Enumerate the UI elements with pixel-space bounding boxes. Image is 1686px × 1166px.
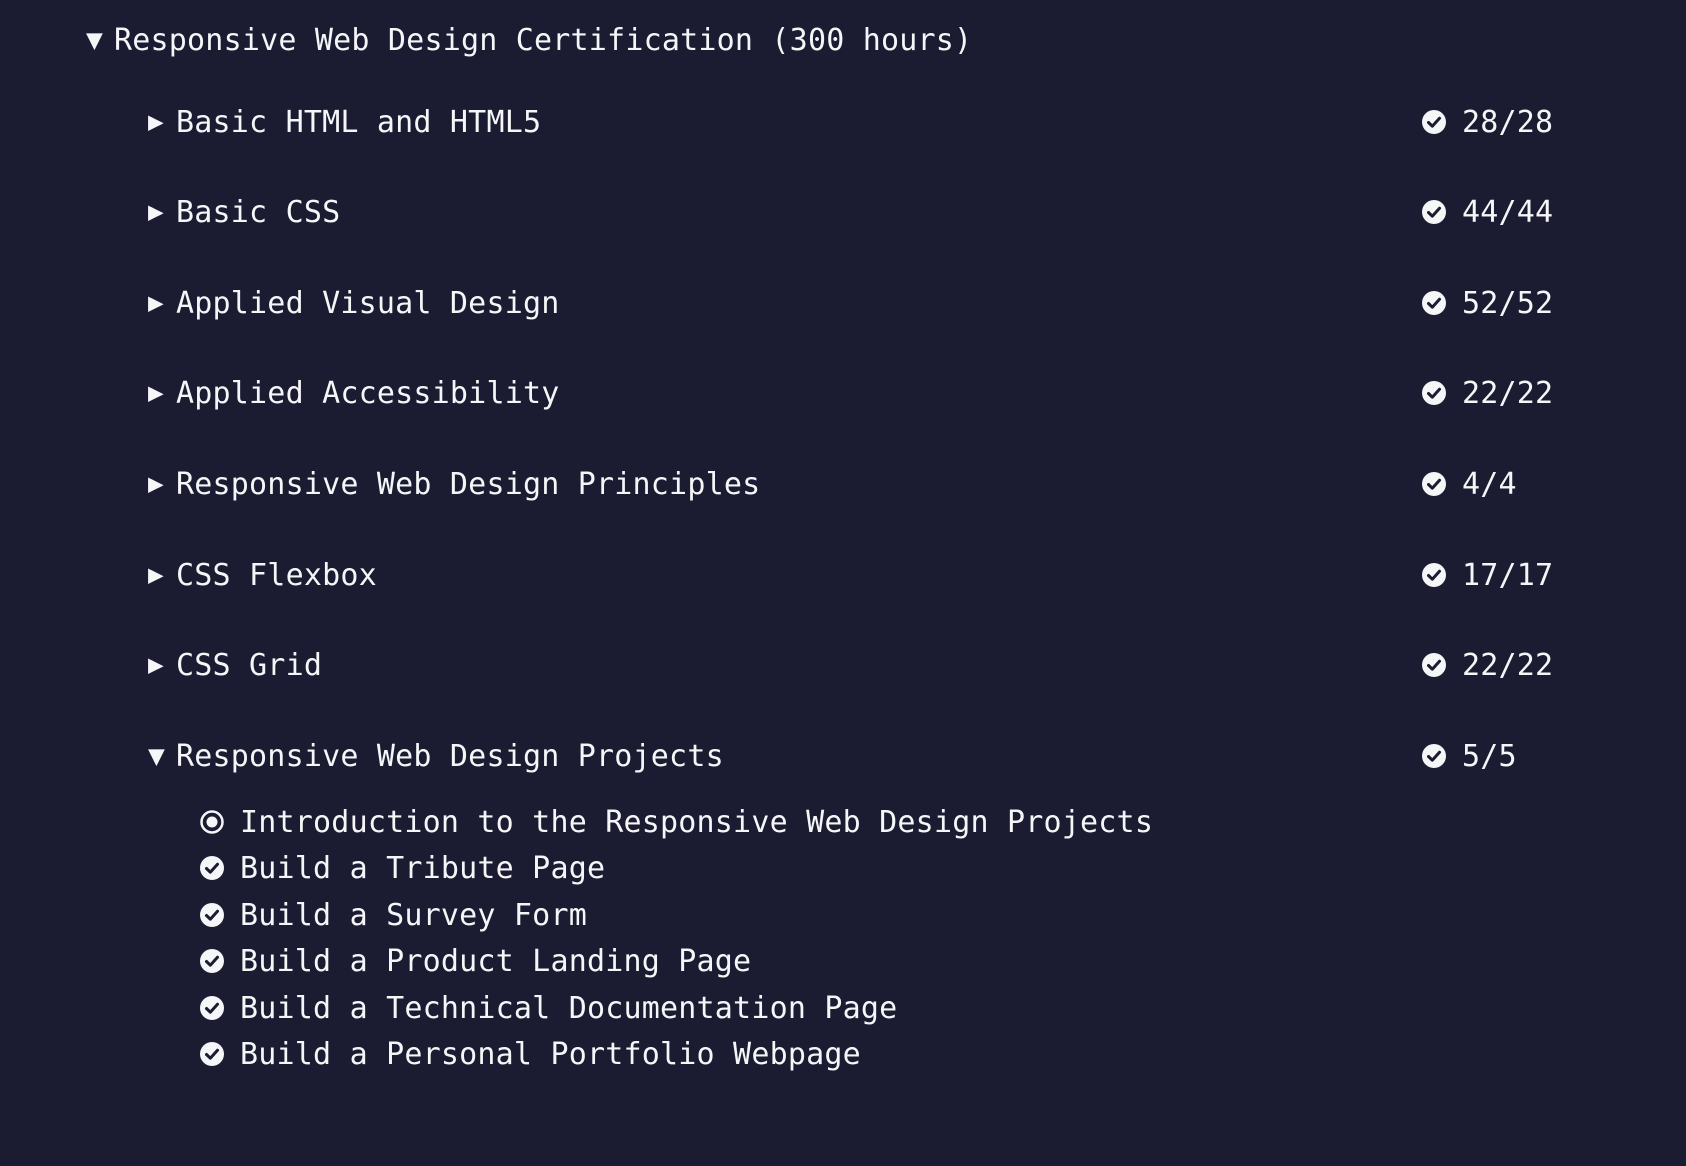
block-progress: 17/17 xyxy=(1422,553,1553,597)
triangle-down-icon: ▼ xyxy=(86,23,103,56)
check-circle-icon xyxy=(1422,472,1446,496)
block-progress: 44/44 xyxy=(1422,190,1553,234)
block-row-responsive-web-design-projects[interactable]: ▼ Responsive Web Design Projects 5/5 xyxy=(148,734,1550,778)
block-progress-count: 4/4 xyxy=(1462,466,1517,502)
challenge-title: Build a Technical Documentation Page xyxy=(240,990,898,1026)
block-progress-count: 52/52 xyxy=(1462,285,1554,321)
block-progress: 52/52 xyxy=(1422,281,1553,325)
block-title: CSS Flexbox xyxy=(176,557,377,593)
block-progress-count: 44/44 xyxy=(1462,194,1554,230)
check-circle-icon xyxy=(200,949,224,973)
block-title: Applied Accessibility xyxy=(176,375,560,411)
block-progress: 4/4 xyxy=(1422,462,1517,506)
check-circle-icon xyxy=(200,996,224,1020)
radio-dot-icon xyxy=(200,810,224,834)
challenge-item-survey-form[interactable]: Build a Survey Form xyxy=(200,893,587,937)
block-row-applied-accessibility[interactable]: ▶ Applied Accessibility 22/22 xyxy=(148,371,1553,415)
block-progress-count: 28/28 xyxy=(1462,104,1554,140)
challenge-title: Build a Personal Portfolio Webpage xyxy=(240,1036,861,1072)
triangle-right-icon: ▶ xyxy=(148,197,164,227)
triangle-right-icon: ▶ xyxy=(148,378,164,408)
block-row-applied-visual-design[interactable]: ▶ Applied Visual Design 52/52 xyxy=(148,281,1553,325)
challenge-title: Introduction to the Responsive Web Desig… xyxy=(240,804,1154,840)
check-circle-icon xyxy=(200,856,224,880)
triangle-right-icon: ▶ xyxy=(148,107,164,137)
block-row-css-grid[interactable]: ▶ CSS Grid 22/22 xyxy=(148,643,1553,687)
triangle-down-icon: ▼ xyxy=(148,739,165,772)
check-circle-icon xyxy=(1422,291,1446,315)
block-row-css-flexbox[interactable]: ▶ CSS Flexbox 17/17 xyxy=(148,553,1553,597)
check-circle-icon xyxy=(1422,563,1446,587)
challenge-title: Build a Product Landing Page xyxy=(240,943,752,979)
check-circle-icon xyxy=(1422,200,1446,224)
challenge-item-personal-portfolio-webpage[interactable]: Build a Personal Portfolio Webpage xyxy=(200,1032,861,1076)
certification-header[interactable]: ▼ Responsive Web Design Certification (3… xyxy=(86,18,972,62)
challenge-item-technical-documentation-page[interactable]: Build a Technical Documentation Page xyxy=(200,986,897,1030)
triangle-right-icon: ▶ xyxy=(148,650,164,680)
check-circle-icon xyxy=(1422,110,1446,134)
block-title: Responsive Web Design Projects xyxy=(176,738,724,774)
challenge-item-product-landing-page[interactable]: Build a Product Landing Page xyxy=(200,939,751,983)
block-progress: 22/22 xyxy=(1422,371,1553,415)
check-circle-icon xyxy=(1422,653,1446,677)
block-progress: 22/22 xyxy=(1422,643,1553,687)
certification-title: Responsive Web Design Certification (300… xyxy=(114,22,973,58)
triangle-right-icon: ▶ xyxy=(148,288,164,318)
triangle-right-icon: ▶ xyxy=(148,560,164,590)
check-circle-icon xyxy=(1422,744,1446,768)
block-progress-count: 5/5 xyxy=(1462,738,1517,774)
block-title: Applied Visual Design xyxy=(176,285,560,321)
block-progress-count: 22/22 xyxy=(1462,375,1554,411)
block-title: CSS Grid xyxy=(176,647,323,683)
challenge-title: Build a Tribute Page xyxy=(240,850,606,886)
block-title: Basic HTML and HTML5 xyxy=(176,104,542,140)
check-circle-icon xyxy=(200,903,224,927)
block-row-responsive-web-design-principles[interactable]: ▶ Responsive Web Design Principles 4/4 xyxy=(148,462,1550,506)
challenge-title: Build a Survey Form xyxy=(240,897,587,933)
block-progress: 28/28 xyxy=(1422,100,1553,144)
challenge-item-introduction[interactable]: Introduction to the Responsive Web Desig… xyxy=(200,800,1153,844)
triangle-right-icon: ▶ xyxy=(148,469,164,499)
check-circle-icon xyxy=(200,1042,224,1066)
check-circle-icon xyxy=(1422,381,1446,405)
block-title: Basic CSS xyxy=(176,194,341,230)
challenge-item-tribute-page[interactable]: Build a Tribute Page xyxy=(200,846,605,890)
block-progress: 5/5 xyxy=(1422,734,1517,778)
block-progress-count: 22/22 xyxy=(1462,647,1554,683)
block-progress-count: 17/17 xyxy=(1462,557,1554,593)
block-row-basic-css[interactable]: ▶ Basic CSS 44/44 xyxy=(148,190,1553,234)
block-title: Responsive Web Design Principles xyxy=(176,466,761,502)
block-row-basic-html[interactable]: ▶ Basic HTML and HTML5 28/28 xyxy=(148,100,1553,144)
